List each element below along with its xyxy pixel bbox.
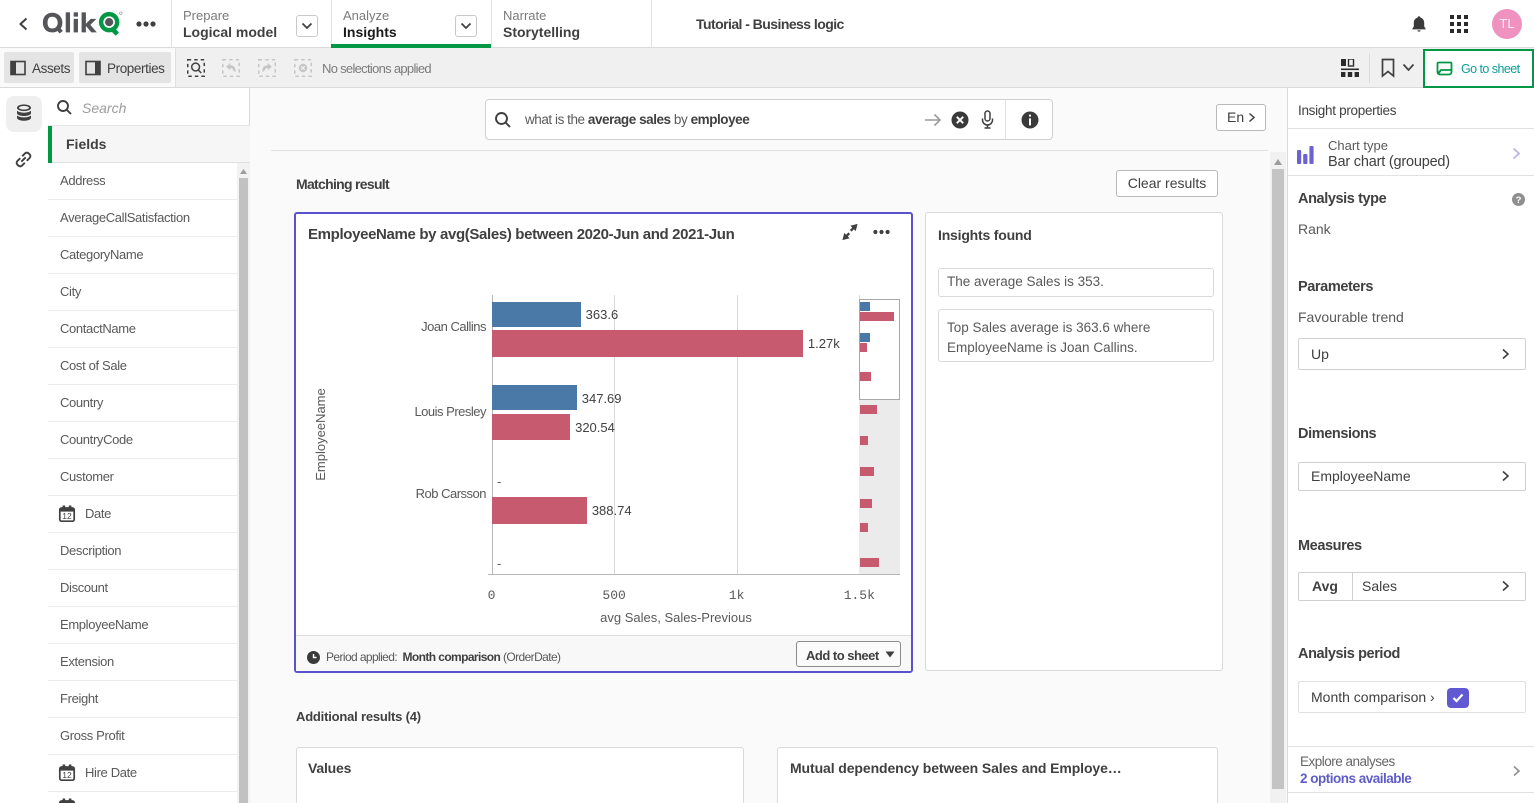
svg-text:12: 12 <box>62 511 72 521</box>
svg-text:12: 12 <box>62 770 72 780</box>
svg-text:?: ? <box>1516 195 1522 206</box>
